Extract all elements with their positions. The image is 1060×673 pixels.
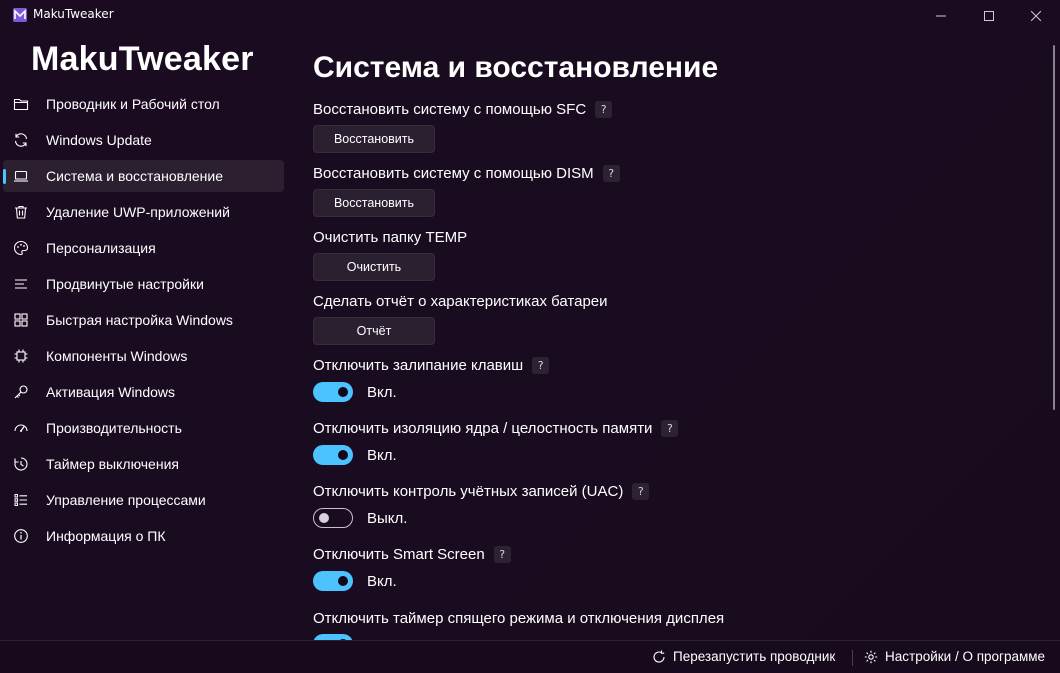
battery-report-button[interactable]: Отчёт: [313, 317, 435, 345]
sidebar-item-label: Производительность: [46, 420, 182, 436]
setting-label-text: Отключить Smart Screen: [313, 546, 485, 563]
setting-label-text: Отключить залипание клавиш: [313, 357, 524, 374]
setting-sfc-label: Восстановить систему с помощью SFC ?: [313, 101, 613, 118]
gear-icon: [864, 650, 878, 663]
toggle-knob: [338, 576, 348, 586]
sidebar-item-process-manager[interactable]: Управление процессами: [3, 484, 284, 516]
sidebar-item-label: Система и восстановление: [46, 168, 224, 184]
core-isolation-toggle[interactable]: [313, 445, 353, 465]
sidebar-item-label: Windows Update: [46, 132, 152, 148]
restart-explorer-button[interactable]: Перезапустить проводник: [652, 649, 835, 664]
app-window: MakuTweaker MakuTweaker Проводник и Рабо…: [0, 0, 1060, 673]
chip-icon: [13, 348, 29, 364]
setting-core-isolation-label: Отключить изоляцию ядра / целостность па…: [313, 420, 679, 437]
restore-sfc-button[interactable]: Восстановить: [313, 125, 435, 153]
setting-label-text: Отключить изоляцию ядра / целостность па…: [313, 420, 653, 437]
setting-label-text: Сделать отчёт о характеристиках батареи: [313, 293, 608, 310]
setting-label-text: Восстановить систему с помощью DISM: [313, 165, 594, 182]
sidebar-item-label: Удаление UWP-приложений: [46, 204, 230, 220]
toggle-state-text: Вкл.: [367, 384, 397, 401]
restart-explorer-label: Перезапустить проводник: [673, 649, 836, 664]
toggle-knob: [338, 387, 348, 397]
settings-panel: Восстановить систему с помощью SFC ? Вос…: [313, 0, 1033, 640]
app-logo-icon: [13, 8, 27, 22]
setting-label-text: Восстановить систему с помощью SFC: [313, 101, 587, 118]
uac-toggle[interactable]: [313, 508, 353, 528]
sidebar-item-pc-info[interactable]: Информация о ПК: [3, 520, 284, 552]
sidebar-item-label: Проводник и Рабочий стол: [46, 96, 220, 112]
trash-icon: [13, 204, 29, 220]
sidebar-item-label: Продвинутые настройки: [46, 276, 204, 292]
toggle-knob: [338, 450, 348, 460]
sidebar-item-label: Управление процессами: [46, 492, 206, 508]
bottom-bar-divider: [852, 650, 853, 666]
toggle-state-text: Вкл.: [367, 447, 397, 464]
sidebar-item-explorer[interactable]: Проводник и Рабочий стол: [3, 88, 284, 120]
sidebar-item-performance[interactable]: Производительность: [3, 412, 284, 444]
setting-dism-label: Восстановить систему с помощью DISM ?: [313, 165, 620, 182]
sticky-keys-toggle[interactable]: [313, 382, 353, 402]
smart-screen-toggle[interactable]: [313, 571, 353, 591]
active-indicator: [3, 169, 6, 184]
sidebar-item-quick-setup[interactable]: Быстрая настройка Windows: [3, 304, 284, 336]
lines-icon: [13, 276, 29, 292]
help-badge[interactable]: ?: [602, 165, 620, 182]
setting-label-text: Отключить контроль учётных записей (UAC): [313, 483, 624, 500]
setting-smart-screen-label: Отключить Smart Screen ?: [313, 546, 511, 563]
refresh-icon: [653, 650, 665, 663]
toggle-knob: [319, 513, 329, 523]
toggle-state-text: Выкл.: [367, 510, 408, 527]
sidebar-item-label: Быстрая настройка Windows: [46, 312, 233, 328]
clear-temp-button[interactable]: Очистить: [313, 253, 435, 281]
sidebar-item-label: Информация о ПК: [46, 528, 166, 544]
key-icon: [13, 384, 29, 400]
sidebar-item-system-recovery[interactable]: Система и восстановление: [3, 160, 284, 192]
palette-icon: [13, 240, 29, 256]
gauge-icon: [13, 420, 29, 436]
bottom-bar: Перезапустить проводник Настройки / О пр…: [0, 640, 1060, 673]
sidebar-item-components[interactable]: Компоненты Windows: [3, 340, 284, 372]
settings-about-label: Настройки / О программе: [885, 649, 1046, 664]
folder-icon: [13, 96, 29, 112]
sidebar-item-shutdown-timer[interactable]: Таймер выключения: [3, 448, 284, 480]
sidebar-item-label: Компоненты Windows: [46, 348, 188, 364]
setting-label-text: Очистить папку TEMP: [313, 229, 468, 246]
help-badge[interactable]: ?: [632, 483, 650, 500]
setting-label-text: Отключить таймер спящего режима и отключ…: [313, 610, 725, 627]
toggle-state-text: Вкл.: [367, 573, 397, 590]
restore-dism-button[interactable]: Восстановить: [313, 189, 435, 217]
settings-about-button[interactable]: Настройки / О программе: [864, 649, 1045, 664]
app-brand-title: MakuTweaker: [31, 40, 254, 78]
sidebar-nav: Проводник и Рабочий стол Windows Update …: [3, 88, 284, 556]
help-badge[interactable]: ?: [493, 546, 511, 563]
sidebar-item-label: Таймер выключения: [46, 456, 179, 472]
sidebar-item-windows-update[interactable]: Windows Update: [3, 124, 284, 156]
help-badge[interactable]: ?: [595, 101, 613, 118]
laptop-icon: [13, 168, 29, 184]
timer-icon: [13, 456, 29, 472]
sidebar-item-personalization[interactable]: Персонализация: [3, 232, 284, 264]
sidebar-item-advanced[interactable]: Продвинутые настройки: [3, 268, 284, 300]
info-icon: [13, 528, 29, 544]
help-badge[interactable]: ?: [532, 357, 550, 374]
refresh-icon: [13, 132, 29, 148]
grid-icon: [13, 312, 29, 328]
setting-uac-label: Отключить контроль учётных записей (UAC)…: [313, 483, 650, 500]
sidebar-item-uwp-removal[interactable]: Удаление UWP-приложений: [3, 196, 284, 228]
setting-temp-label: Очистить папку TEMP: [313, 229, 467, 246]
sidebar-item-activation[interactable]: Активация Windows: [3, 376, 284, 408]
window-title: MakuTweaker: [33, 7, 114, 21]
sidebar-item-label: Персонализация: [46, 240, 156, 256]
list-icon: [13, 492, 29, 508]
scrollbar[interactable]: [1053, 45, 1055, 410]
setting-sticky-keys-label: Отключить залипание клавиш ?: [313, 357, 550, 374]
help-badge[interactable]: ?: [661, 420, 679, 437]
sidebar-item-label: Активация Windows: [46, 384, 176, 400]
setting-sleep-timer-label: Отключить таймер спящего режима и отключ…: [313, 610, 724, 627]
setting-battery-label: Сделать отчёт о характеристиках батареи: [313, 293, 608, 310]
